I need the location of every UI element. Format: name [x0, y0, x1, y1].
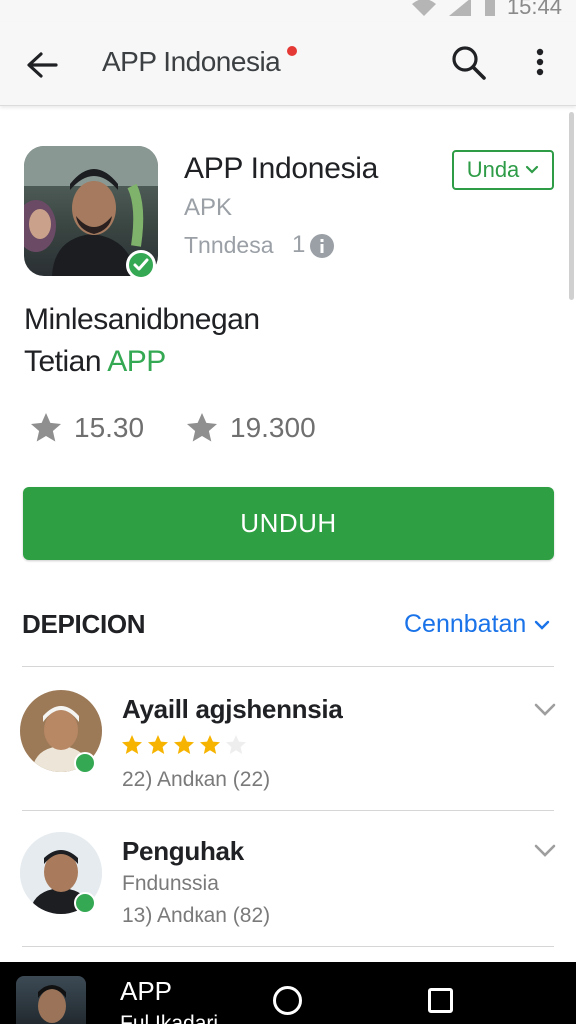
recents-button-icon[interactable]	[428, 988, 453, 1013]
bottom-subtitle: Ful Ikadari	[120, 1012, 219, 1024]
more-options-button[interactable]	[526, 44, 554, 84]
star-icon	[174, 735, 194, 754]
section-link-label: Cennbatan	[404, 610, 527, 638]
review-meta: 13) Andкan (82)	[122, 904, 271, 927]
verified-badge-icon	[74, 892, 96, 914]
verified-badge-icon	[126, 250, 156, 280]
stat-downloads: 19.300	[184, 410, 316, 446]
info-icon[interactable]	[310, 234, 334, 258]
description-line-2: Tetian APP	[24, 345, 166, 379]
star-icon	[187, 413, 217, 442]
star-icon	[122, 735, 142, 754]
home-button-icon[interactable]	[273, 986, 302, 1015]
chevron-down-icon	[535, 620, 550, 630]
battery-icon	[484, 0, 495, 16]
star-icon	[31, 413, 61, 442]
arrow-back-icon	[27, 52, 58, 78]
more-vert-icon	[536, 48, 544, 76]
search-button[interactable]	[448, 42, 490, 84]
section-title: DEPICION	[22, 609, 146, 639]
review-name: Penguhak	[122, 836, 244, 866]
star-icon	[148, 735, 168, 754]
wifi-icon	[411, 0, 436, 16]
back-button[interactable]	[22, 46, 62, 86]
divider	[22, 810, 554, 811]
developer-count: 1	[292, 231, 306, 258]
status-bar: 15:44	[0, 0, 576, 22]
expand-review-button[interactable]	[532, 701, 558, 719]
notification-dot	[287, 46, 297, 56]
search-icon	[452, 46, 486, 80]
review-name: Ayaill agjshennsia	[122, 694, 343, 724]
stat-downloads-value: 19.300	[230, 412, 316, 443]
description-line-1: Minlesanidbnegan	[24, 303, 260, 336]
app-bar: APP Indonesia	[0, 22, 576, 106]
verified-badge-icon	[74, 752, 96, 774]
app-bar-title: APP Indonesia	[102, 46, 281, 77]
status-time: 15:44	[506, 0, 562, 19]
language-select[interactable]: Unda	[452, 150, 554, 190]
divider	[22, 666, 554, 667]
chevron-down-icon	[534, 844, 556, 857]
stat-rating: 15.30	[28, 410, 144, 446]
bottom-title: APP	[120, 976, 173, 1006]
chevron-down-icon	[534, 703, 556, 716]
description-text: Tetian	[24, 345, 108, 378]
review-meta: 22) Andкan (22)	[122, 768, 271, 791]
description-accent: APP	[107, 345, 166, 378]
review-rating	[120, 733, 248, 757]
bottom-thumbnail[interactable]	[16, 976, 86, 1024]
app-type: APK	[184, 194, 233, 221]
install-button[interactable]: UNDUH	[23, 487, 554, 560]
signal-icon	[448, 0, 471, 16]
scrollbar[interactable]	[569, 112, 574, 300]
star-empty-icon	[226, 735, 246, 754]
divider	[22, 946, 554, 947]
expand-review-button[interactable]	[532, 842, 558, 860]
app-name: APP Indonesia	[184, 152, 379, 185]
review-subtitle: Fndunssia	[122, 872, 219, 895]
section-link[interactable]: Cennbatan	[404, 610, 550, 639]
language-select-label: Unda	[466, 157, 520, 182]
chevron-down-icon	[526, 165, 539, 174]
star-icon	[200, 735, 220, 754]
status-icons: 15:44	[411, 0, 562, 20]
stat-rating-value: 15.30	[74, 412, 145, 443]
app-developer[interactable]: Tnndesa	[184, 232, 274, 259]
